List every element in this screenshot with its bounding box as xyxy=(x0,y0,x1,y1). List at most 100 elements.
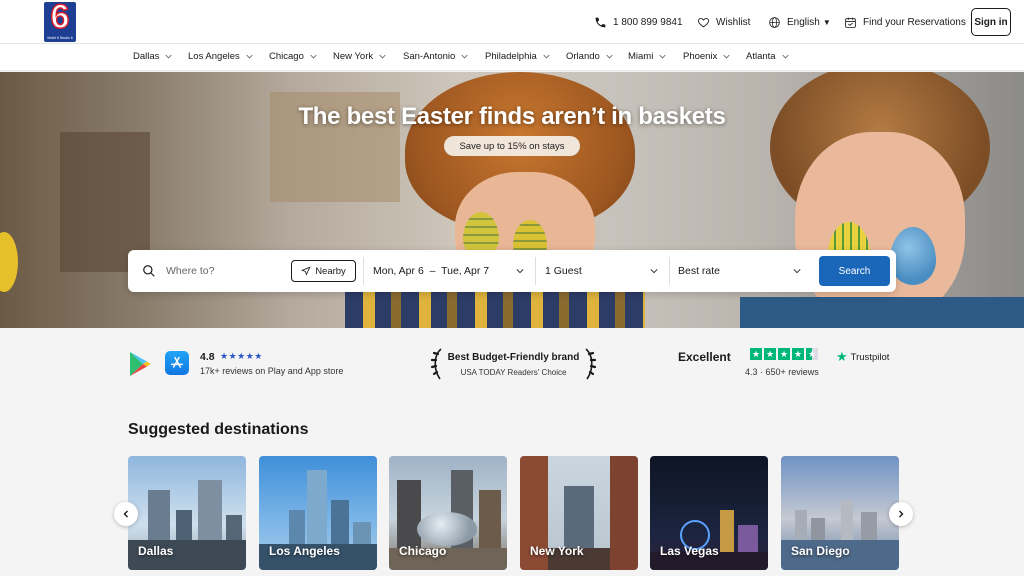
city-nav-item-san-antonio[interactable]: San-Antonio xyxy=(403,51,468,62)
city-nav-label: Dallas xyxy=(133,51,160,62)
app-rating-value: 4.8 xyxy=(200,351,215,363)
carousel-prev-button[interactable] xyxy=(114,502,138,526)
chevron-down-icon xyxy=(310,54,317,59)
app-store-icon[interactable] xyxy=(165,351,189,375)
guests-selector[interactable]: 1 Guest xyxy=(545,262,663,280)
easter-egg-image xyxy=(890,227,936,285)
nearby-label: Nearby xyxy=(315,265,346,277)
chevron-down-icon xyxy=(379,54,386,59)
cloud-gate-sculpture xyxy=(417,512,477,546)
destination-card-dallas[interactable]: Dallas xyxy=(128,456,246,570)
phone-link[interactable]: 1 800 899 9841 xyxy=(594,14,683,30)
chevron-down-icon xyxy=(246,54,253,59)
reservations-label: Find your Reservations xyxy=(863,16,966,28)
calendar-icon xyxy=(845,17,856,28)
city-nav-item-miami[interactable]: Miami xyxy=(628,51,666,62)
city-nav-label: Chicago xyxy=(269,51,304,62)
destination-card-los-angeles[interactable]: Los Angeles xyxy=(259,456,377,570)
destination-input[interactable] xyxy=(166,258,286,284)
destination-card-new-york[interactable]: New York xyxy=(520,456,638,570)
destination-card-label: Los Angeles xyxy=(269,544,340,558)
find-reservations-link[interactable]: Find your Reservations xyxy=(844,14,966,30)
app-store-glyph-icon xyxy=(170,356,184,368)
hero-title: The best Easter finds aren’t in baskets xyxy=(298,103,726,130)
chevron-down-icon xyxy=(659,54,666,59)
nearby-button[interactable]: Nearby xyxy=(291,260,356,282)
trustpilot-rating-label: Excellent xyxy=(678,350,731,364)
trustpilot-stars: ★ ★ ★ ★ ★ xyxy=(750,348,818,360)
trustpilot-brand: Trustpilot xyxy=(850,351,890,363)
city-nav-item-chicago[interactable]: Chicago xyxy=(269,51,317,62)
trustpilot-star-logo-icon: ★ xyxy=(836,349,848,364)
suggested-destinations-title: Suggested destinations xyxy=(128,421,309,438)
city-nav-item-phoenix[interactable]: Phoenix xyxy=(683,51,730,62)
carousel-next-button[interactable] xyxy=(889,502,913,526)
caret-down-icon: ▼ xyxy=(822,17,831,27)
chevron-left-icon xyxy=(123,510,128,518)
destination-card-label: Chicago xyxy=(399,544,447,558)
language-label: English xyxy=(787,16,820,28)
dates-value: Mon, Apr 6 – Tue, Apr 7 xyxy=(373,265,490,277)
city-nav-label: Orlando xyxy=(566,51,600,62)
chevron-down-icon xyxy=(606,54,613,59)
chevron-down-icon xyxy=(516,269,524,274)
rate-value: Best rate xyxy=(678,265,721,277)
city-nav-item-new-york[interactable]: New York xyxy=(333,51,386,62)
trustpilot-subtitle: 4.3 · 650+ reviews xyxy=(745,367,819,377)
award-title: Best Budget-Friendly brand xyxy=(447,352,580,363)
logo-six: 6 xyxy=(50,2,70,37)
city-nav-label: San-Antonio xyxy=(403,51,456,62)
wishlist-label: Wishlist xyxy=(716,16,751,28)
destination-card-label: San Diego xyxy=(791,544,850,558)
hero-woman-face xyxy=(795,132,965,322)
language-selector[interactable]: English ▼ xyxy=(768,14,831,30)
site-header: 6 Motel 6 Studio 6 1 800 899 9841 Wishli… xyxy=(0,0,1024,44)
destination-card-label: Las Vegas xyxy=(660,544,719,558)
search-button[interactable]: Search xyxy=(819,256,890,286)
destination-card-label: Dallas xyxy=(138,544,174,558)
wishlist-link[interactable]: Wishlist xyxy=(697,14,750,30)
hero-promo-badge: Save up to 15% on stays xyxy=(444,136,580,156)
award-subtitle: USA TODAY Readers' Choice xyxy=(460,368,567,377)
city-nav-item-philadelphia[interactable]: Philadelphia xyxy=(485,51,550,62)
city-nav-label: New York xyxy=(333,51,374,62)
app-rating-stars: ★★★★★ xyxy=(220,351,263,361)
heart-icon xyxy=(697,17,710,27)
chevron-down-icon xyxy=(461,54,468,59)
city-nav-item-orlando[interactable]: Orlando xyxy=(566,51,613,62)
dates-selector[interactable]: Mon, Apr 6 – Tue, Apr 7 xyxy=(373,262,533,280)
chevron-down-icon xyxy=(165,54,173,59)
divider xyxy=(535,257,536,285)
destination-card-chicago[interactable]: Chicago xyxy=(389,456,507,570)
divider xyxy=(363,257,364,285)
city-nav-label: Philadelphia xyxy=(485,51,537,62)
sign-in-button[interactable]: Sign in xyxy=(971,8,1011,36)
motel6-logo[interactable]: 6 Motel 6 Studio 6 xyxy=(44,2,76,42)
trustpilot-half-star-icon: ★ xyxy=(806,348,818,360)
booking-search-bar: Nearby Mon, Apr 6 – Tue, Apr 7 1 Guest B… xyxy=(128,250,896,292)
chevron-down-icon xyxy=(650,269,658,274)
destination-card-label: New York xyxy=(530,544,584,558)
guests-value: 1 Guest xyxy=(545,265,582,277)
city-nav-item-los-angeles[interactable]: Los Angeles xyxy=(188,51,253,62)
destination-card-san-diego[interactable]: San Diego xyxy=(781,456,899,570)
hero-flower xyxy=(0,232,18,292)
chevron-right-icon xyxy=(899,510,904,518)
trustpilot-star-icon: ★ xyxy=(750,348,762,360)
google-play-icon[interactable] xyxy=(128,350,152,378)
city-nav-item-dallas[interactable]: Dallas xyxy=(133,51,173,62)
chevron-down-icon xyxy=(793,269,801,274)
laurel-left-icon xyxy=(430,348,442,380)
city-nav-label: Phoenix xyxy=(683,51,718,62)
building-shape xyxy=(610,456,638,570)
logo-tagline: Motel 6 Studio 6 xyxy=(47,36,73,40)
city-nav-label: Los Angeles xyxy=(188,51,240,62)
trustpilot-logo[interactable]: ★ Trustpilot xyxy=(836,349,889,365)
trustpilot-star-icon: ★ xyxy=(778,348,790,360)
rate-selector[interactable]: Best rate xyxy=(678,262,806,280)
city-nav-item-atlanta[interactable]: Atlanta xyxy=(746,51,789,62)
destination-card-las-vegas[interactable]: Las Vegas xyxy=(650,456,768,570)
globe-icon xyxy=(769,16,780,28)
phone-icon xyxy=(595,17,606,27)
divider xyxy=(669,257,670,285)
